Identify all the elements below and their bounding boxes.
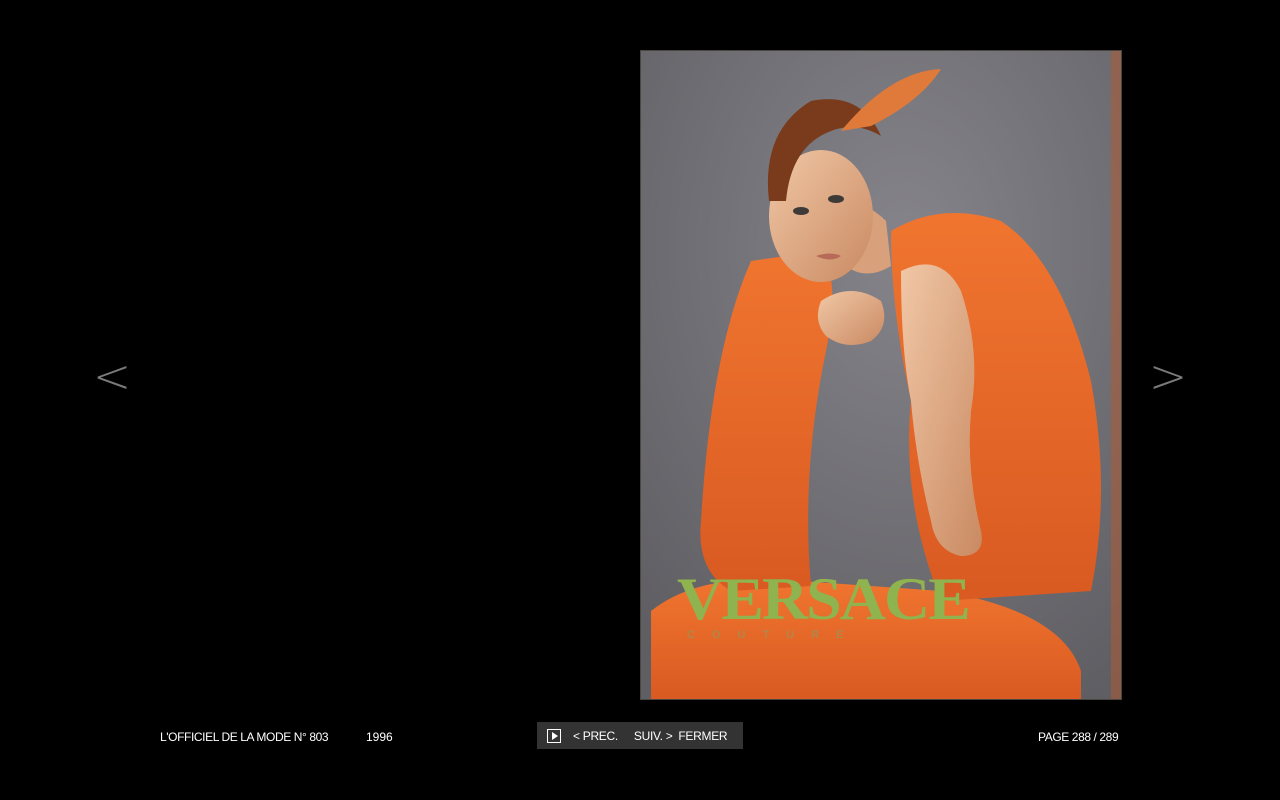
blank-left-page bbox=[160, 50, 640, 700]
magazine-page-image: VERSACE COUTURE bbox=[640, 50, 1122, 700]
prev-button[interactable]: < PREC. bbox=[573, 729, 618, 743]
magazine-viewer: < > VERSACE COUTURE L'OFFICIEL DE LA MOD… bbox=[0, 0, 1280, 800]
viewer-controls: < PREC. SUIV. > FERMER bbox=[537, 722, 743, 749]
viewer-footer: L'OFFICIEL DE LA MODE N° 803 1996 < PREC… bbox=[0, 720, 1280, 750]
close-button[interactable]: FERMER bbox=[678, 729, 727, 743]
issue-year: 1996 bbox=[366, 730, 393, 744]
brand-logo: VERSACE bbox=[677, 564, 971, 633]
brand-subtitle: COUTURE bbox=[687, 629, 861, 641]
page-indicator: PAGE 288 / 289 bbox=[1038, 730, 1119, 744]
previous-page-arrow[interactable]: < bbox=[90, 348, 134, 404]
next-button[interactable]: SUIV. > bbox=[634, 729, 673, 743]
next-page-arrow[interactable]: > bbox=[1146, 348, 1190, 404]
page-spread: VERSACE COUTURE bbox=[160, 50, 1122, 700]
play-icon[interactable] bbox=[547, 728, 561, 743]
issue-title: L'OFFICIEL DE LA MODE N° 803 bbox=[160, 730, 329, 744]
